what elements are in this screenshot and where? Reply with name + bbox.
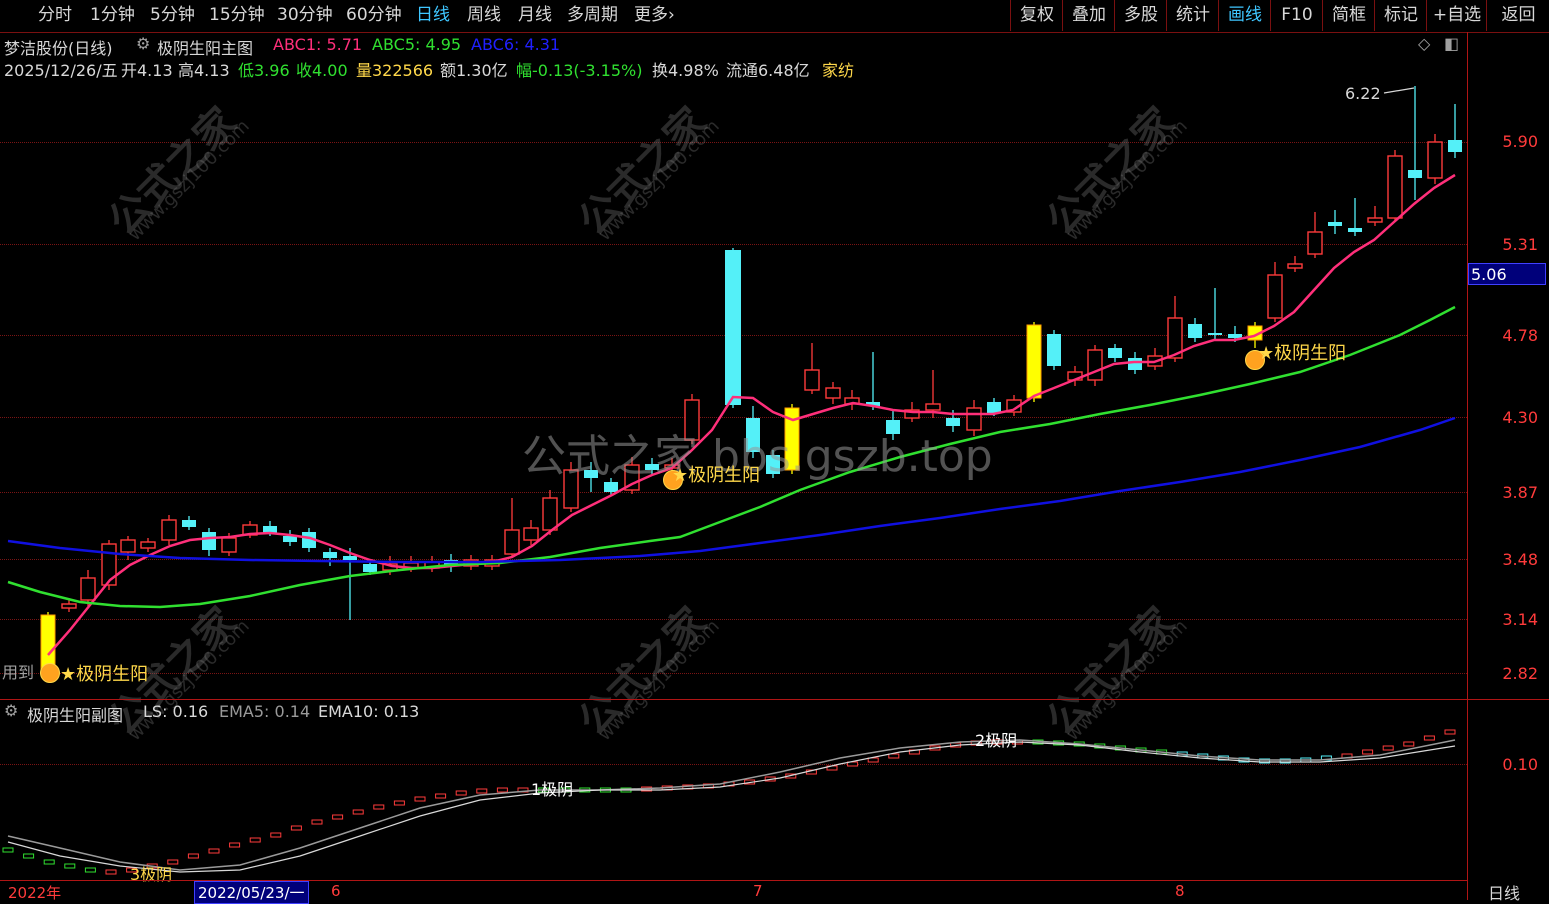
candle[interactable]	[1348, 198, 1362, 236]
candle[interactable]	[1427, 134, 1443, 184]
ma-line-abc1	[47, 173, 1456, 656]
candle[interactable]	[1026, 322, 1042, 402]
sub-bar	[43, 859, 55, 865]
candle[interactable]	[323, 548, 337, 566]
candle[interactable]	[1047, 330, 1061, 370]
sub-settings-gear-icon[interactable]: ⚙	[4, 701, 18, 720]
candle[interactable]	[140, 538, 156, 552]
candle[interactable]	[182, 516, 196, 530]
candle[interactable]	[504, 498, 520, 558]
price-tick: 3.48	[1502, 550, 1538, 569]
candle[interactable]	[866, 352, 880, 410]
sub-signal-label: 2极阴	[975, 731, 1018, 750]
sub-bar	[270, 832, 282, 838]
sub-bar	[1423, 735, 1435, 741]
sub-bar	[332, 814, 344, 820]
candle[interactable]	[343, 548, 357, 620]
sub-bar	[1362, 749, 1374, 755]
sub-bar	[229, 842, 241, 848]
date-tick: 8	[1175, 882, 1185, 900]
sub-bar	[435, 793, 447, 799]
price-tick: 4.78	[1502, 326, 1538, 345]
current-price-tag: 5.06	[1468, 263, 1546, 285]
sub-bar	[105, 869, 117, 875]
ema10-line	[7, 741, 1456, 873]
candle[interactable]	[1108, 344, 1122, 362]
sub-signal-label: 1极阴	[531, 780, 574, 799]
candle[interactable]	[1367, 206, 1383, 226]
sub-bar	[352, 809, 364, 815]
sub-bar	[208, 848, 220, 854]
price-tick: 5.31	[1502, 235, 1538, 254]
signal-up-icon	[40, 663, 60, 683]
sub-indicator-name[interactable]: 极阴生阳副图	[27, 702, 123, 726]
sub-bar	[23, 853, 35, 859]
sub-bar	[2, 847, 14, 853]
candle[interactable]	[1287, 256, 1303, 272]
sub-bar	[373, 804, 385, 810]
candle[interactable]	[825, 382, 841, 404]
candle[interactable]	[804, 343, 820, 394]
date-axis: 2022年 2022/05/23/一 6 7 8	[0, 880, 1467, 904]
ema5-line	[7, 739, 1456, 871]
candle[interactable]	[1067, 366, 1083, 386]
sub-bar	[455, 790, 467, 796]
sub-bar	[393, 800, 405, 806]
candle[interactable]	[1387, 150, 1403, 222]
sub-ema5-value: EMA5: 0.14	[219, 702, 311, 721]
sub-bar	[888, 753, 900, 759]
sub-bar	[311, 819, 323, 825]
price-tick: 3.14	[1502, 610, 1538, 629]
max-price-label: 6.22	[1345, 84, 1381, 103]
cursor-date: 2022/05/23/一	[194, 881, 309, 904]
sub-bar	[1444, 729, 1456, 735]
sub-bar	[249, 837, 261, 843]
sub-bar	[64, 863, 76, 869]
candle[interactable]	[1267, 262, 1283, 322]
price-tick: 5.90	[1502, 132, 1538, 151]
price-axis: 5.90 5.31 4.78 4.30 3.87 3.48 3.14 2.82 …	[1467, 32, 1549, 900]
max-arrow	[1383, 87, 1415, 94]
candle[interactable]	[120, 536, 136, 560]
pane-divider[interactable]	[0, 699, 1549, 700]
candle[interactable]	[523, 520, 539, 545]
date-tick: 7	[753, 882, 763, 900]
signal-label: ★极阴生阳	[1258, 343, 1347, 364]
candle[interactable]	[424, 556, 440, 572]
price-tick: 4.30	[1502, 408, 1538, 427]
left-clipped-text: 用到	[2, 663, 35, 682]
candle[interactable]	[161, 515, 177, 545]
candle[interactable]	[725, 248, 741, 408]
sub-bar	[290, 825, 302, 831]
sub-bar	[414, 796, 426, 802]
candle[interactable]	[1087, 345, 1103, 386]
signal-label: ★极阴生阳	[672, 465, 761, 486]
back-button[interactable]: 返回	[1486, 0, 1549, 31]
price-tick: 2.82	[1502, 664, 1538, 683]
date-tick: 6	[331, 882, 341, 900]
sub-bar	[84, 867, 96, 873]
candle[interactable]	[1188, 318, 1202, 342]
candle[interactable]	[844, 390, 860, 410]
sub-bar	[1403, 741, 1415, 747]
sub-axis-tick: 0.10	[1502, 755, 1538, 774]
candle[interactable]	[1448, 104, 1462, 158]
sub-bar	[496, 787, 508, 793]
price-tick: 3.87	[1502, 483, 1538, 502]
sub-ema10-value: EMA10: 0.13	[318, 702, 420, 721]
candle[interactable]	[1307, 212, 1323, 258]
sub-bar	[187, 853, 199, 859]
candle[interactable]	[202, 528, 216, 556]
candle[interactable]	[283, 530, 297, 546]
candle[interactable]	[1408, 86, 1422, 200]
sub-bar	[1382, 745, 1394, 751]
period-label: 日线	[1488, 884, 1521, 903]
sub-ls-value: LS: 0.16	[143, 702, 209, 721]
sub-bar	[476, 788, 488, 794]
candle[interactable]	[1328, 210, 1342, 234]
candle[interactable]	[1208, 288, 1222, 340]
signal-label: ★极阴生阳	[60, 664, 149, 685]
